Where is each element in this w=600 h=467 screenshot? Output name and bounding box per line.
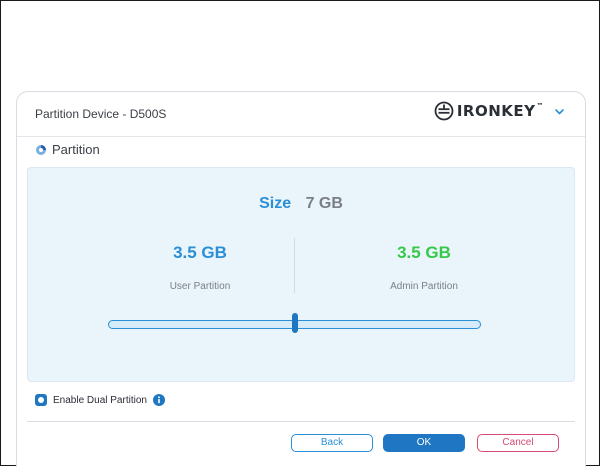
partition-dialog: Partition Device - D500S IRONKEY™ Partit… (16, 91, 586, 467)
enable-dual-partition-label[interactable]: Enable Dual Partition (53, 395, 147, 406)
window-frame: Partition Device - D500S IRONKEY™ Partit… (0, 0, 600, 467)
size-value: 7 GB (305, 195, 343, 212)
dialog-title: Partition Device - D500S (35, 107, 167, 121)
checkbox-checked-icon (38, 397, 44, 403)
ok-button[interactable]: OK (383, 434, 465, 452)
slider-thumb[interactable] (291, 313, 298, 333)
admin-partition-label: Admin Partition (390, 281, 458, 292)
dialog-titlebar: Partition Device - D500S IRONKEY™ (17, 92, 585, 137)
user-partition: 3.5 GB User Partition (110, 243, 290, 292)
user-partition-label: User Partition (169, 281, 231, 292)
section-header: Partition (35, 142, 100, 157)
partition-divider (294, 238, 295, 293)
ironkey-logo-icon (434, 101, 454, 121)
cancel-button[interactable]: Cancel (477, 434, 559, 452)
partition-slider[interactable] (108, 313, 481, 333)
footer-divider (27, 421, 575, 422)
section-title: Partition (52, 142, 100, 157)
brand-name: IRONKEY™ (456, 102, 544, 120)
user-partition-size: 3.5 GB (173, 243, 227, 262)
info-icon[interactable] (152, 394, 165, 406)
brand: IRONKEY™ (434, 101, 565, 121)
partition-icon (36, 144, 46, 155)
enable-dual-partition-row: Enable Dual Partition (35, 394, 165, 406)
size-label: Size (259, 195, 292, 212)
size-row: Size 7 GB (28, 195, 574, 213)
trademark-symbol: ™ (536, 102, 544, 110)
admin-partition-size: 3.5 GB (397, 243, 451, 262)
back-button[interactable]: Back (291, 434, 373, 452)
admin-partition: 3.5 GB Admin Partition (334, 243, 514, 292)
partition-panel: Size 7 GB 3.5 GB User Partition 3.5 GB A… (27, 167, 575, 382)
chevron-down-icon[interactable] (554, 106, 565, 117)
enable-dual-partition-checkbox[interactable] (35, 394, 47, 406)
